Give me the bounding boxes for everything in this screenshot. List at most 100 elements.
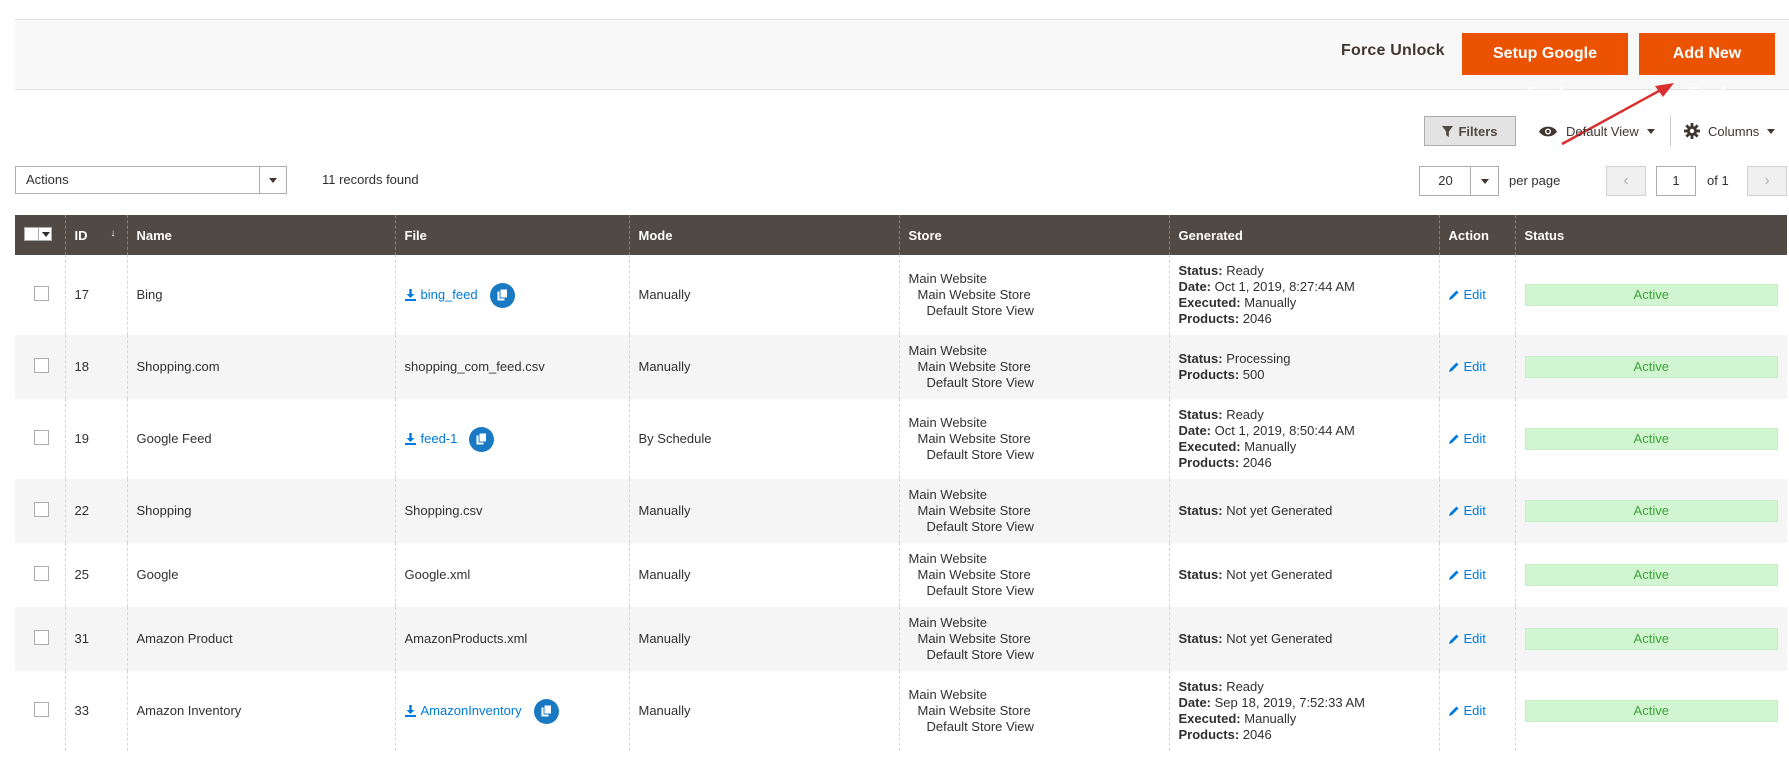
store-scope-line: Main Website xyxy=(908,487,988,502)
actions-dropdown[interactable]: Actions xyxy=(15,166,287,194)
filters-button[interactable]: Filters xyxy=(1424,116,1516,146)
per-page-toggle[interactable] xyxy=(1470,167,1498,195)
column-header-generated[interactable]: Generated xyxy=(1168,215,1439,255)
cell-generated: Status: Ready Date: Oct 1, 2019, 8:27:44 … xyxy=(1168,255,1439,335)
sort-arrow-icon: ↓ xyxy=(110,227,116,239)
edit-link[interactable]: Edit xyxy=(1448,567,1486,583)
edit-link[interactable]: Edit xyxy=(1448,502,1486,519)
column-header-store[interactable]: Store xyxy=(898,215,1169,255)
per-page-value: 20 xyxy=(1438,173,1453,188)
generated-info-value: 2046 xyxy=(1242,455,1272,470)
row-select-cell xyxy=(15,607,65,671)
store-scope-line: Default Store View xyxy=(926,303,1034,318)
column-header-name[interactable]: Name xyxy=(126,215,395,255)
column-header-status[interactable]: Status xyxy=(1514,215,1787,255)
add-new-feed-button[interactable]: Add New Feed xyxy=(1639,33,1775,102)
generated-info-value: Oct 1, 2019, 8:50:44 AM xyxy=(1214,423,1355,438)
status-badge: Active xyxy=(1524,700,1778,722)
generated-info-key: Products: xyxy=(1178,367,1240,382)
download-file-link[interactable]: feed-1 xyxy=(404,431,457,447)
row-select-cell xyxy=(15,479,65,543)
per-page-select[interactable]: 20 xyxy=(1419,166,1499,196)
cell-file: Google.xml xyxy=(394,543,629,607)
row-checkbox[interactable] xyxy=(34,701,49,717)
dropdown-toggle[interactable] xyxy=(259,167,286,193)
cell-store: Main Website Main Website Store Default St… xyxy=(898,399,1169,479)
page-number-input[interactable]: 1 xyxy=(1656,166,1696,196)
mass-select-dropdown[interactable] xyxy=(24,227,52,241)
status-badge: Active xyxy=(1524,564,1778,586)
previous-page-button[interactable]: ‹ xyxy=(1606,166,1646,196)
download-file-link[interactable]: bing_feed xyxy=(404,287,478,303)
row-checkbox[interactable] xyxy=(34,285,49,301)
generated-info-value: Not yet Generated xyxy=(1226,631,1333,646)
status-badge: Active xyxy=(1524,500,1778,522)
edit-label: Edit xyxy=(1463,502,1486,518)
per-page-label: per page xyxy=(1509,173,1561,188)
copy-url-button[interactable] xyxy=(489,282,515,308)
copy-icon xyxy=(541,705,552,717)
table-row[interactable]: 33 Amazon Inventory AmazonInventory Manuall… xyxy=(15,671,1787,751)
store-scope-line: Main Website xyxy=(908,271,988,286)
column-header-mode[interactable]: Mode xyxy=(628,215,899,255)
edit-link[interactable]: Edit xyxy=(1448,359,1486,375)
toolbar-divider xyxy=(1670,116,1671,146)
generated-info-value: Ready xyxy=(1226,407,1264,422)
edit-link[interactable]: Edit xyxy=(1448,287,1486,303)
table-row[interactable]: 31 Amazon Product AmazonProducts.xml Manual… xyxy=(15,607,1787,671)
copy-icon xyxy=(497,289,508,301)
cell-status: Active xyxy=(1514,671,1787,751)
store-scope-line: Main Website xyxy=(908,615,988,630)
cell-status: Active xyxy=(1514,479,1787,543)
generated-info-value: 2046 xyxy=(1242,727,1272,742)
edit-link[interactable]: Edit xyxy=(1448,631,1486,647)
generated-info-line: Executed: Manually xyxy=(1179,439,1430,455)
copy-url-button[interactable] xyxy=(469,426,495,452)
chevron-down-icon xyxy=(1767,128,1776,134)
column-header-id[interactable]: ID ↓ xyxy=(64,215,127,255)
columns-button[interactable]: Columns xyxy=(1684,120,1776,142)
row-checkbox[interactable] xyxy=(34,565,49,581)
download-file-link[interactable]: AmazonInventory xyxy=(404,703,522,719)
table-row[interactable]: 18 Shopping.com shopping_com_feed.csv Manua… xyxy=(15,335,1787,399)
generated-info-key: Date: xyxy=(1178,423,1212,438)
store-scope-line: Main Website Store xyxy=(917,631,1031,646)
generated-info-key: Date: xyxy=(1178,695,1212,710)
cell-name: Bing xyxy=(126,255,395,335)
row-select-cell xyxy=(15,399,65,479)
store-scope-line: Default Store View xyxy=(926,447,1034,462)
column-header-file[interactable]: File xyxy=(394,215,629,255)
chevron-left-icon: ‹ xyxy=(1623,172,1629,189)
table-row[interactable]: 22 Shopping Shopping.csv Manually Main Websi… xyxy=(15,479,1787,543)
eye-icon xyxy=(1539,126,1557,136)
file-name: shopping_com_feed.csv xyxy=(404,359,545,374)
row-checkbox[interactable] xyxy=(34,357,49,373)
copy-url-button[interactable] xyxy=(533,698,559,724)
chevron-down-icon xyxy=(1646,128,1655,134)
page-total: of 1 xyxy=(1707,173,1729,188)
cell-store: Main Website Main Website Store Default St… xyxy=(898,255,1169,335)
setup-google-feed-button[interactable]: Setup Google Feed xyxy=(1462,33,1628,102)
default-view-switcher[interactable]: Default View xyxy=(1538,120,1655,142)
edit-link[interactable]: Edit xyxy=(1448,431,1486,447)
cell-store: Main Website Main Website Store Default St… xyxy=(898,607,1169,671)
table-row[interactable]: 17 Bing bing_feed Manually Main Website Main … xyxy=(15,255,1787,335)
row-checkbox[interactable] xyxy=(34,501,49,517)
mass-select-header[interactable] xyxy=(15,215,65,255)
column-header-label: ID xyxy=(74,227,88,243)
table-row[interactable]: 25 Google Google.xml Manually Main Website Ma… xyxy=(15,543,1787,607)
row-checkbox[interactable] xyxy=(34,429,49,445)
pencil-icon xyxy=(1448,434,1458,444)
filters-label: Filters xyxy=(1458,123,1498,139)
cell-action: Edit xyxy=(1438,543,1515,607)
default-view-label: Default View xyxy=(1566,123,1639,139)
store-scope-line: Default Store View xyxy=(926,647,1034,662)
table-row[interactable]: 19 Google Feed feed-1 By Schedule Main Websi… xyxy=(15,399,1787,479)
next-page-button[interactable]: › xyxy=(1747,166,1787,196)
store-scope-line: Main Website Store xyxy=(917,703,1031,718)
row-checkbox[interactable] xyxy=(34,629,49,645)
store-scope-line: Main Website xyxy=(908,343,988,358)
row-select-cell xyxy=(15,335,65,399)
force-unlock-button[interactable]: Force Unlock xyxy=(1341,42,1445,60)
edit-link[interactable]: Edit xyxy=(1448,703,1486,719)
